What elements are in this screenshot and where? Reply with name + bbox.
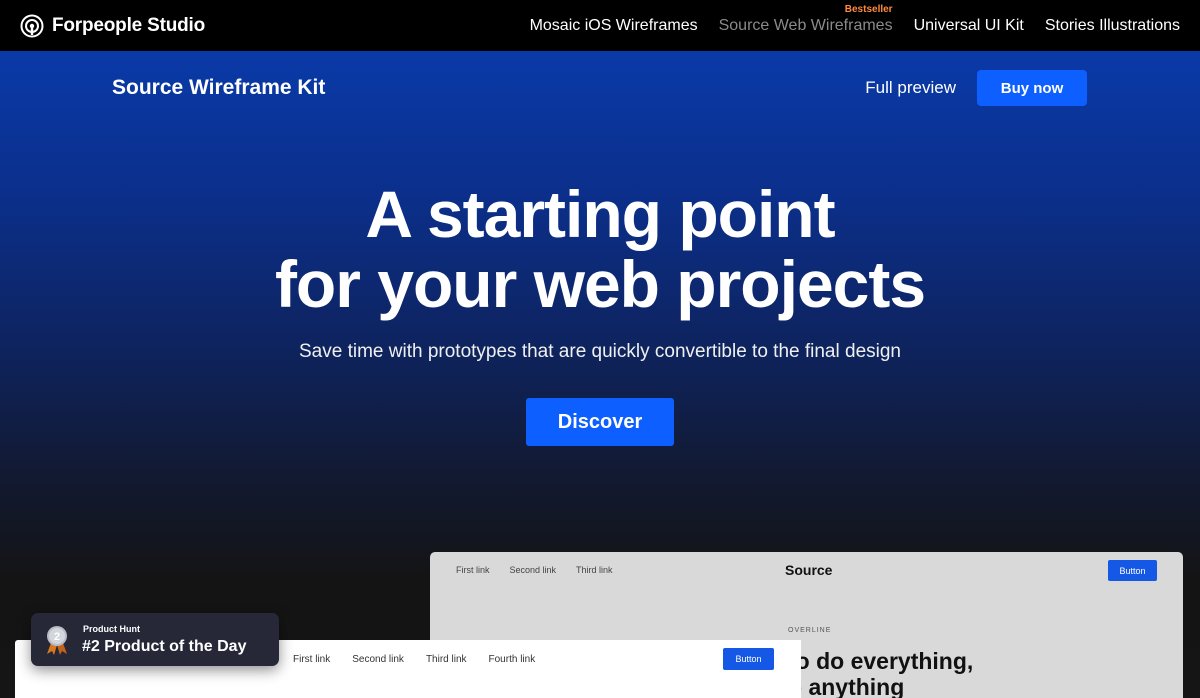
headline-line-2: for your web projects xyxy=(274,247,926,321)
kit-title: Source Wireframe Kit xyxy=(112,76,326,99)
preview-heading-line-1: to do everything, xyxy=(788,648,974,674)
preview-logo: Source xyxy=(785,562,833,578)
preview-front-links: First link Second link Third link Fourth… xyxy=(293,654,535,665)
nav-source-web-wireframes-label: Source Web Wireframes xyxy=(718,16,893,34)
brand-name: Forpeople Studio xyxy=(52,14,206,36)
preview-overline: OVERLINE xyxy=(788,627,832,634)
preview-front-button: Button xyxy=(723,648,774,670)
preview-back-links: First link Second link Third link xyxy=(456,565,613,575)
hero-headline: A starting point for your web projects xyxy=(0,179,1200,319)
full-preview-link[interactable]: Full preview xyxy=(865,78,956,98)
product-subnav: Source Wireframe Kit Full preview Buy no… xyxy=(112,70,1087,106)
subnav-actions: Full preview Buy now xyxy=(865,70,1087,106)
nav-source-web-wireframes[interactable]: Source Web Wireframes Bestseller xyxy=(718,4,893,35)
preview-link: Fourth link xyxy=(488,654,536,665)
discover-button[interactable]: Discover xyxy=(526,398,674,446)
preview-back-button: Button xyxy=(1108,560,1157,581)
product-hunt-label: Product Hunt xyxy=(83,624,140,634)
top-bar: Forpeople Studio Mosaic iOS Wireframes S… xyxy=(0,0,1200,51)
headline-line-1: A starting point xyxy=(365,177,835,251)
preview-link: First link xyxy=(293,654,331,665)
medal-icon: 2 xyxy=(47,626,67,655)
buy-now-button[interactable]: Buy now xyxy=(977,70,1087,106)
preview-link: First link xyxy=(456,565,490,575)
signal-ring-icon xyxy=(20,14,44,37)
preview-link: Third link xyxy=(425,654,467,665)
preview-heading: to do everything, o anything xyxy=(788,648,973,698)
nav-stories-illustrations[interactable]: Stories Illustrations xyxy=(1045,17,1180,35)
product-hunt-badge[interactable]: 2 Product Hunt #2 Product of the Day xyxy=(31,613,279,666)
nav-mosaic-ios-wireframes[interactable]: Mosaic iOS Wireframes xyxy=(530,17,698,35)
nav-universal-ui-kit[interactable]: Universal UI Kit xyxy=(914,17,1024,35)
medal-number: 2 xyxy=(54,631,60,643)
brand[interactable]: Forpeople Studio xyxy=(20,14,205,38)
preview-link: Second link xyxy=(352,654,404,665)
preview-link: Third link xyxy=(576,565,613,575)
hero-tagline: Save time with prototypes that are quick… xyxy=(299,341,901,362)
bestseller-badge: Bestseller xyxy=(844,3,893,15)
product-hunt-title: #2 Product of the Day xyxy=(82,638,247,655)
top-nav: Mosaic iOS Wireframes Source Web Wirefra… xyxy=(530,4,1180,35)
preview-link: Second link xyxy=(509,565,557,575)
preview-heading-line-2: o anything xyxy=(788,674,905,698)
